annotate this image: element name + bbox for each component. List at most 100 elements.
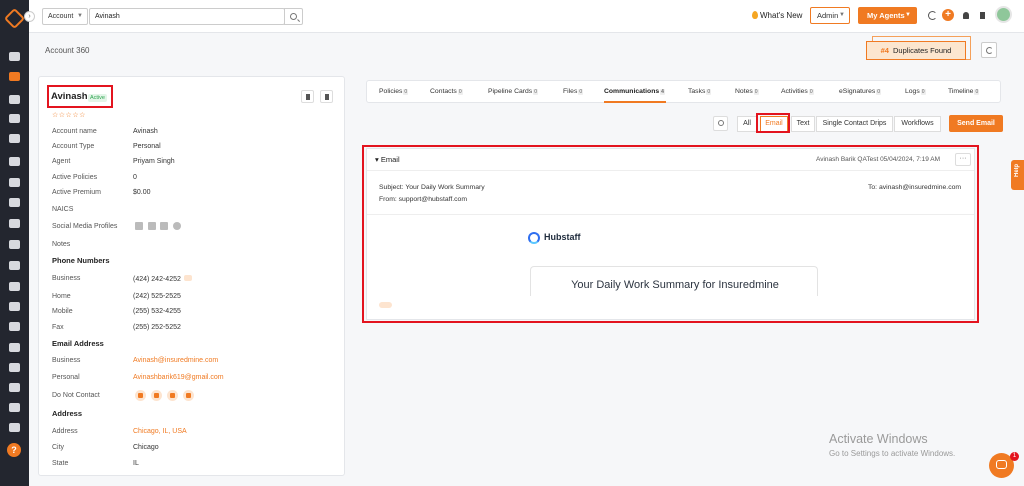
whats-new-link[interactable]: What's New — [752, 11, 802, 20]
refresh-button[interactable] — [981, 42, 997, 58]
marketing-icon[interactable] — [9, 198, 20, 207]
reports-icon[interactable] — [9, 240, 20, 249]
address-section-title: Address — [52, 409, 83, 418]
filter-workflows[interactable]: Workflows — [894, 116, 941, 132]
tab-count: 0 — [753, 89, 759, 95]
sidebar-toggle-icon[interactable]: › — [24, 11, 35, 22]
filter-single-contact-drips[interactable]: Single Contact Drips — [816, 116, 893, 132]
account-type-select[interactable]: Account ▼ — [42, 8, 88, 25]
address-label: Address — [52, 428, 78, 435]
tab-label: Logs — [905, 88, 920, 95]
sync-icon[interactable] — [928, 11, 937, 20]
tab-label: Tasks — [688, 88, 706, 95]
top-bar: Account ▼ Avinash What's New Admin ▼ My … — [29, 0, 1024, 33]
google-icon[interactable] — [9, 282, 20, 291]
tab-communications[interactable]: Communications 4 — [604, 88, 665, 95]
role-select[interactable]: Admin ▼ — [810, 7, 850, 24]
page-title: Account 360 — [45, 46, 90, 55]
phone-value[interactable]: (242) 525-2525 — [133, 293, 181, 300]
windows-watermark-subtitle: Go to Settings to activate Windows. — [829, 449, 956, 458]
message-icon[interactable] — [183, 275, 192, 281]
tab-count: 0 — [808, 89, 814, 95]
address-value: Chicago — [133, 444, 159, 451]
my-agents-label: My Agents — [867, 11, 905, 20]
tab-label: Files — [563, 88, 578, 95]
duplicates-found-button[interactable]: #4 Duplicates Found — [866, 41, 966, 60]
mail-icon[interactable] — [9, 343, 20, 352]
contacts-icon[interactable] — [9, 157, 20, 166]
tab-timeline[interactable]: Timeline 0 — [948, 88, 980, 95]
document-icon[interactable] — [980, 12, 985, 19]
tab-notes[interactable]: Notes 0 — [735, 88, 759, 95]
tab-files[interactable]: Files 0 — [563, 88, 584, 95]
tab-count: 4 — [660, 89, 665, 95]
tab-label: Policies — [379, 88, 403, 95]
documents-icon[interactable] — [9, 134, 20, 143]
trash-icon — [325, 94, 329, 100]
tab-count: 0 — [920, 89, 926, 95]
facebook-icon[interactable] — [148, 222, 156, 230]
folder-icon[interactable] — [9, 261, 20, 270]
tab-policies[interactable]: Policies 0 — [379, 88, 409, 95]
email-card-highlight — [362, 145, 979, 323]
carriers-icon[interactable] — [9, 114, 20, 123]
email-label: Business — [52, 357, 81, 364]
help-icon[interactable]: ? — [7, 443, 21, 457]
tab-label: Activities — [781, 88, 808, 95]
bell-icon[interactable] — [963, 12, 969, 19]
dnc-phone-icon[interactable] — [167, 390, 178, 401]
settings-icon[interactable] — [9, 423, 20, 432]
edit-button[interactable] — [301, 90, 314, 103]
dnc-all-icon[interactable] — [183, 390, 194, 401]
pencil-icon — [306, 94, 310, 100]
email-link[interactable]: Avinash@insuredmine.com — [133, 357, 218, 364]
search-input[interactable]: Avinash — [89, 8, 285, 25]
delete-button[interactable] — [320, 90, 333, 103]
send-email-button[interactable]: Send Email — [949, 115, 1003, 132]
email-link[interactable]: Avinashbarik619@gmail.com — [133, 374, 224, 381]
dollar-icon[interactable] — [9, 383, 20, 392]
search-button[interactable] — [284, 8, 303, 25]
search-icon — [290, 13, 297, 20]
calendar-icon[interactable] — [9, 322, 20, 331]
field-value: Personal — [133, 143, 161, 150]
globe-icon[interactable] — [173, 222, 181, 230]
dnc-email-icon[interactable] — [135, 390, 146, 401]
tab-esignatures[interactable]: eSignatures 0 — [839, 88, 882, 95]
policies-icon[interactable] — [9, 95, 20, 104]
rating-stars[interactable]: ☆☆☆☆☆ — [52, 111, 86, 119]
tab-pipeline-cards[interactable]: Pipeline Cards 0 — [488, 88, 538, 95]
tab-tasks[interactable]: Tasks 0 — [688, 88, 712, 95]
analytics-icon[interactable] — [9, 403, 20, 412]
chat-icon[interactable] — [9, 219, 20, 228]
address-label: City — [52, 444, 65, 451]
phone-value[interactable]: (255) 532-4255 — [133, 308, 181, 315]
filter-all[interactable]: All — [737, 116, 757, 132]
phone-label: Home — [52, 293, 71, 300]
dashboard-icon[interactable] — [9, 52, 20, 61]
email-label: Personal — [52, 374, 80, 381]
help-tab[interactable]: Help — [1011, 160, 1024, 190]
add-icon[interactable]: + — [942, 9, 954, 21]
tab-contacts[interactable]: Contacts 0 — [430, 88, 463, 95]
phone-number[interactable]: (424) 242-4252 — [133, 276, 181, 283]
filter-icon[interactable] — [9, 178, 20, 187]
phone-value[interactable]: (255) 252-5252 — [133, 324, 181, 331]
communications-search-button[interactable] — [713, 116, 728, 131]
linkedin-icon[interactable] — [135, 222, 143, 230]
grid-icon[interactable] — [9, 302, 20, 311]
pulse-icon[interactable] — [9, 363, 20, 372]
twitter-icon[interactable] — [160, 222, 168, 230]
address-link[interactable]: Chicago, IL, USA — [133, 428, 187, 435]
my-agents-button[interactable]: My Agents ▼ — [858, 7, 917, 24]
tab-activities[interactable]: Activities 0 — [781, 88, 814, 95]
dnc-text-icon[interactable] — [151, 390, 162, 401]
user-avatar[interactable] — [995, 6, 1012, 23]
field-label: Account name — [52, 128, 97, 135]
tab-logs[interactable]: Logs 0 — [905, 88, 926, 95]
account-name: Avinash — [51, 91, 88, 102]
accounts-icon[interactable] — [9, 72, 20, 81]
filter-text[interactable]: Text — [791, 116, 815, 132]
app-logo[interactable] — [3, 7, 26, 30]
duplicates-label: Duplicates Found — [892, 46, 952, 55]
